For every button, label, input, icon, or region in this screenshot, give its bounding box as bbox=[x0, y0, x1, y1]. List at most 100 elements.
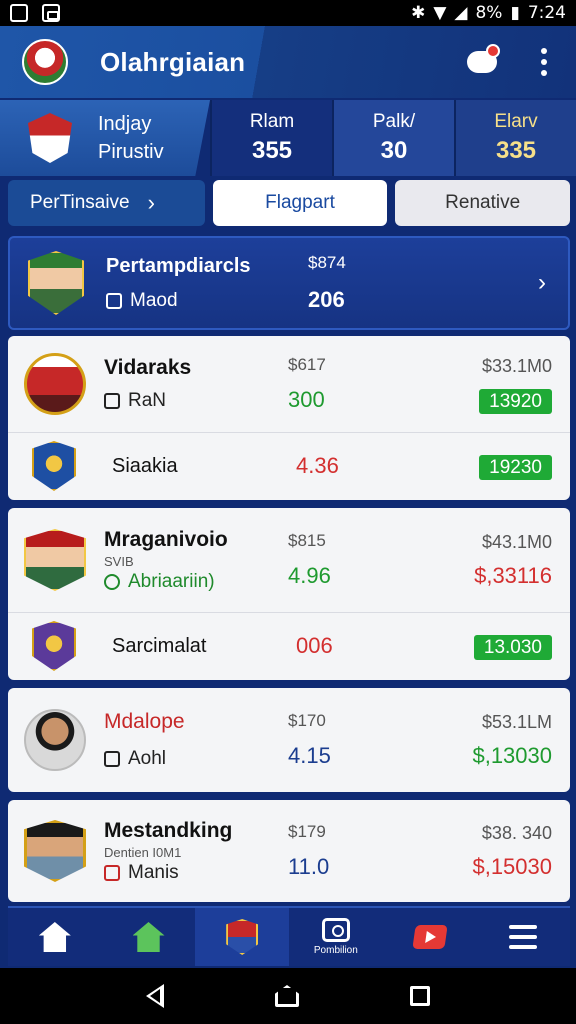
item-right-price: $53.1LM bbox=[481, 711, 552, 732]
stat-value: 335 bbox=[495, 137, 537, 164]
item-name: Siaakia bbox=[112, 454, 178, 477]
system-nav-bar bbox=[0, 968, 576, 1024]
nav-camera[interactable]: Pombilion bbox=[289, 908, 383, 966]
list-card: Mraganivoio SVIB Abriaariin) $815 4.96 $… bbox=[8, 508, 570, 680]
item-name: Mdalope bbox=[104, 710, 185, 733]
item-value: 4.96 bbox=[288, 563, 331, 588]
item-right-value: $,33116 bbox=[474, 562, 552, 588]
item-value: 006 bbox=[296, 633, 333, 658]
nav-camera-label: Pombilion bbox=[313, 945, 358, 956]
club-crest-icon bbox=[32, 441, 76, 491]
item-subtitle: SVIB bbox=[104, 553, 134, 569]
item-meta: Abriaariin) bbox=[128, 570, 215, 592]
item-right-value: $,13030 bbox=[472, 742, 552, 768]
battery-level: 8% bbox=[475, 3, 503, 23]
item-price: $170 bbox=[288, 711, 326, 730]
item-meta: Aohl bbox=[128, 748, 167, 769]
stat-label: Elarv bbox=[494, 111, 538, 132]
item-value: 11.0 bbox=[288, 854, 330, 879]
item-right-value: $,15030 bbox=[472, 853, 552, 879]
player-avatar bbox=[24, 709, 86, 771]
cube-icon bbox=[104, 751, 120, 767]
nav-home[interactable] bbox=[8, 908, 102, 966]
tab-label: Flagpart bbox=[265, 192, 335, 213]
tab-renative[interactable]: Renative bbox=[395, 180, 571, 226]
item-subtitle: Dentien I0M1 bbox=[104, 844, 182, 860]
list-item[interactable]: Mraganivoio SVIB Abriaariin) $815 4.96 $… bbox=[8, 508, 570, 612]
player-emblem-icon bbox=[24, 529, 86, 591]
tab-flagpart[interactable]: Flagpart bbox=[212, 180, 388, 226]
list-card: Mestandking Dentien I0M1 Manis $179 11.0… bbox=[8, 800, 570, 902]
cube-icon bbox=[106, 292, 122, 309]
summary-line-2: Pirustiv bbox=[98, 141, 164, 163]
status-bar: ✱ ▼ ◢ 8% ▮ 7:24 bbox=[0, 0, 576, 26]
summary-stat-2[interactable]: Palk/ 30 bbox=[332, 100, 454, 176]
shield-icon bbox=[226, 919, 259, 955]
stat-label: Rlam bbox=[249, 111, 295, 132]
stat-value: 355 bbox=[251, 137, 293, 164]
more-options-button[interactable] bbox=[532, 42, 556, 82]
player-emblem-icon bbox=[28, 251, 84, 315]
filter-tabs: PerTinsaive › Flagpart Renative bbox=[8, 180, 571, 226]
summary-line-1: Indjay bbox=[98, 113, 152, 135]
nav-video[interactable] bbox=[383, 908, 477, 966]
notification-icon bbox=[10, 4, 28, 22]
item-right-price: $38. 340 bbox=[481, 822, 552, 843]
item-price: $179 bbox=[288, 822, 326, 841]
list-card: Mdalope Aohl $170 4.15 $53.1LM $,13030 bbox=[8, 688, 570, 792]
summary-stat-1[interactable]: Rlam 355 bbox=[210, 100, 332, 176]
nav-team[interactable] bbox=[195, 908, 290, 966]
item-change-badge: 19230 bbox=[479, 455, 552, 480]
list-card: Vidaraks RaN $617 300 $33.1M0 13920 Siaa… bbox=[8, 336, 570, 500]
stat-value: 30 bbox=[380, 137, 408, 164]
list-item[interactable]: Siaakia 4.36 19230 bbox=[8, 432, 570, 499]
player-emblem-icon bbox=[24, 820, 86, 882]
item-name: Sarcimalat bbox=[112, 634, 207, 657]
featured-value: 206 bbox=[308, 287, 345, 312]
back-icon[interactable] bbox=[145, 984, 164, 1008]
green-circle-icon bbox=[104, 573, 120, 590]
red-badge-icon bbox=[104, 864, 120, 881]
featured-name: Pertampdiarcls bbox=[106, 254, 251, 277]
recents-icon[interactable] bbox=[410, 986, 431, 1006]
nav-club-home[interactable] bbox=[102, 908, 196, 966]
chevron-right-icon[interactable]: › bbox=[538, 269, 546, 297]
summary-stat-3[interactable]: Elarv 335 bbox=[454, 100, 576, 176]
bluetooth-icon: ✱ bbox=[411, 3, 426, 23]
nav-menu[interactable] bbox=[476, 908, 570, 966]
list-item[interactable]: Sarcimalat 006 13.030 bbox=[8, 612, 570, 679]
chat-button[interactable] bbox=[462, 42, 502, 82]
item-right-price: $43.1M0 bbox=[481, 531, 552, 552]
featured-item[interactable]: Pertampdiarcls Maod $874 206 › bbox=[8, 236, 570, 330]
stat-label: Palk/ bbox=[372, 111, 416, 132]
tab-pertinsaive[interactable]: PerTinsaive › bbox=[8, 180, 205, 226]
hamburger-menu-icon bbox=[509, 925, 538, 949]
clock: 7:24 bbox=[527, 3, 566, 23]
item-change-badge: 13.030 bbox=[473, 635, 552, 660]
chevron-right-icon: › bbox=[147, 190, 155, 215]
item-value: 4.36 bbox=[296, 453, 339, 478]
item-meta: Manis bbox=[128, 861, 179, 883]
item-price: $815 bbox=[288, 531, 326, 550]
home-icon bbox=[38, 922, 71, 952]
list-item[interactable]: Mdalope Aohl $170 4.15 $53.1LM $,13030 bbox=[8, 688, 570, 792]
bottom-nav: Pombilion bbox=[8, 906, 570, 966]
battery-icon: ▮ bbox=[510, 3, 520, 23]
team-summary[interactable]: Indjay Pirustiv bbox=[0, 100, 210, 176]
gallery-icon bbox=[42, 4, 60, 22]
item-name: Mestandking bbox=[104, 818, 233, 842]
item-value: 300 bbox=[288, 387, 325, 412]
wifi-icon: ▼ bbox=[433, 3, 447, 23]
list-item[interactable]: Mestandking Dentien I0M1 Manis $179 11.0… bbox=[8, 800, 570, 902]
item-change-badge: 13920 bbox=[479, 388, 552, 414]
app-logo[interactable] bbox=[22, 39, 68, 85]
club-crest-icon bbox=[32, 621, 76, 671]
item-value: 4.15 bbox=[288, 743, 331, 768]
featured-sub: Maod bbox=[130, 289, 178, 311]
green-home-icon bbox=[132, 922, 165, 952]
list-item[interactable]: Vidaraks RaN $617 300 $33.1M0 13920 bbox=[8, 336, 570, 432]
home-outline-icon[interactable] bbox=[274, 985, 299, 1007]
team-crest-icon bbox=[28, 113, 72, 163]
item-name: Vidaraks bbox=[104, 356, 192, 379]
item-name: Mraganivoio bbox=[104, 527, 228, 551]
